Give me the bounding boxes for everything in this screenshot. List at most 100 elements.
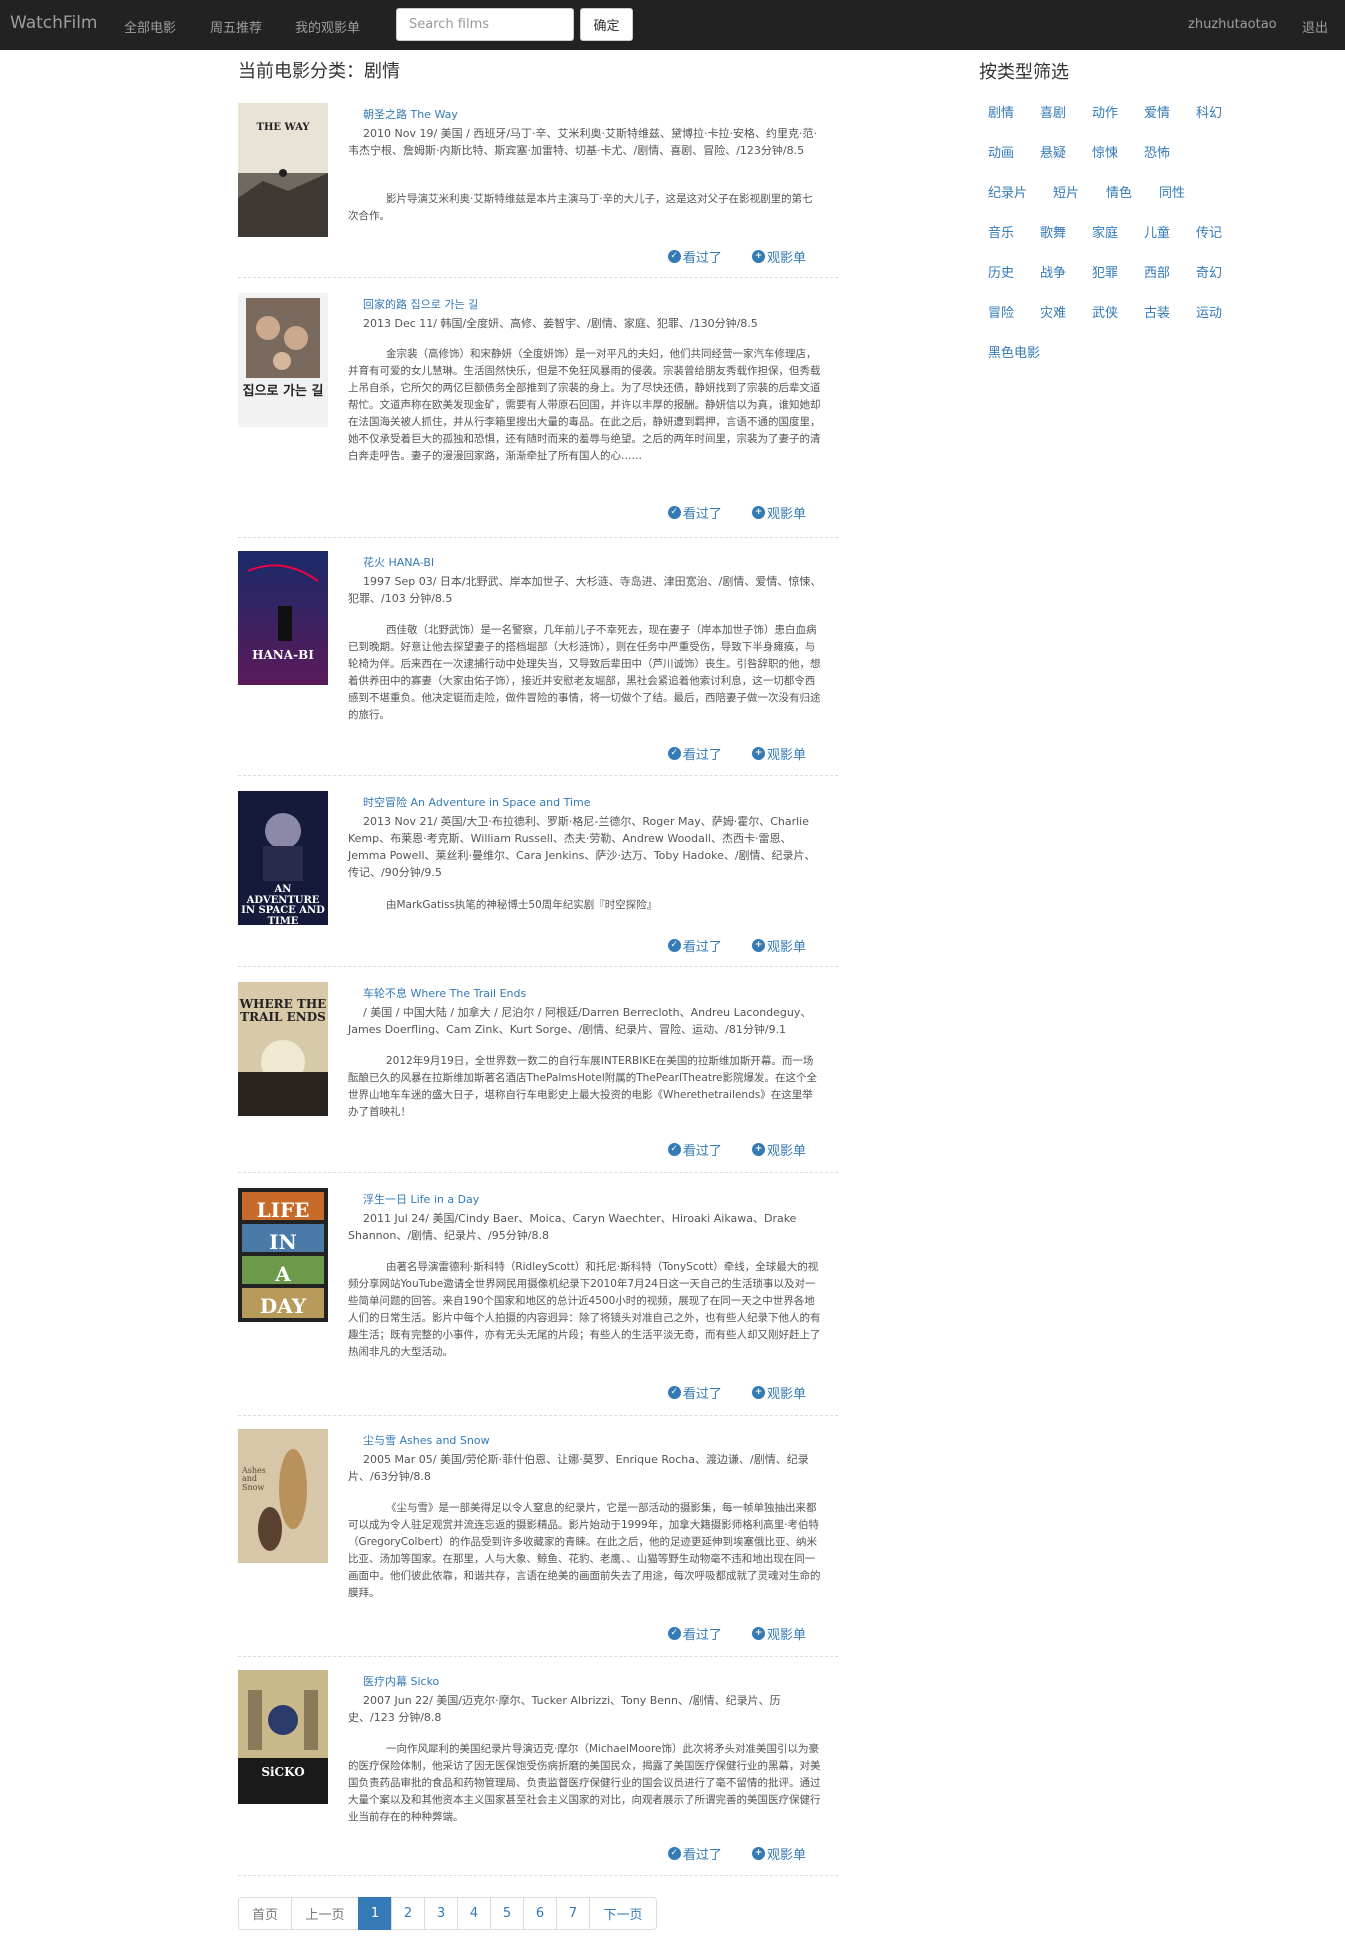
nav-all-films[interactable]: 全部电影 (124, 17, 176, 36)
movie-title-link[interactable]: 浮生一日 Life in a Day (363, 1191, 479, 1207)
category-western[interactable]: 西部 (1144, 262, 1170, 281)
category-mystery[interactable]: 悬疑 (1040, 142, 1066, 161)
category-erotic[interactable]: 情色 (1106, 182, 1132, 201)
category-action[interactable]: 动作 (1092, 102, 1118, 121)
seen-button[interactable]: ✓ 看过了 (667, 1624, 722, 1643)
brand-logo[interactable]: WatchFilm (10, 13, 97, 33)
movie-poster[interactable]: LIFE IN A DAY (238, 1188, 328, 1322)
movie-poster[interactable]: WHERE THE TRAIL ENDS (238, 982, 328, 1116)
movie-title-link[interactable]: 花火 HANA-BI (363, 554, 434, 570)
movie-poster[interactable]: THE WAY (238, 103, 328, 237)
add-watchlist-button[interactable]: + 观影单 (751, 1383, 806, 1402)
movie-poster[interactable]: AN ADVENTURE IN SPACE AND TIME (238, 791, 328, 925)
category-costume[interactable]: 古装 (1144, 302, 1170, 321)
add-watchlist-button[interactable]: + 观影单 (751, 247, 806, 266)
add-watchlist-button[interactable]: + 观影单 (751, 1140, 806, 1159)
search-input[interactable] (396, 8, 574, 41)
movie-title-link[interactable]: 车轮不息 Where The Trail Ends (363, 985, 526, 1001)
plus-circle-icon: + (751, 1143, 765, 1156)
nav-my-watchlist[interactable]: 我的观影单 (295, 17, 360, 36)
seen-button[interactable]: ✓ 看过了 (667, 503, 722, 522)
nav-friday-picks[interactable]: 周五推荐 (210, 17, 262, 36)
watchlist-label: 观影单 (766, 251, 806, 266)
movie-title-link[interactable]: 医疗内幕 Sicko (363, 1673, 439, 1689)
category-scifi[interactable]: 科幻 (1196, 102, 1222, 121)
movie-description: 金宗裴（高修饰）和宋静妍（全度妍饰）是一对平凡的夫妇，他们共同经营一家汽车修理店… (348, 348, 821, 462)
poster-title-text: Ashes and Snow (242, 1466, 266, 1491)
movie-title-link[interactable]: 时空冒险 An Adventure in Space and Time (363, 794, 591, 810)
movie-item: LIFE IN A DAY 浮生一日 Life in a Day 2011 Ju… (238, 1188, 838, 1416)
category-musical[interactable]: 歌舞 (1040, 222, 1066, 241)
poster-title-text: SiCKO (261, 1765, 305, 1779)
category-war[interactable]: 战争 (1040, 262, 1066, 281)
username-link[interactable]: zhuzhutaotao (1188, 17, 1277, 32)
page-4[interactable]: 4 (457, 1897, 491, 1930)
seen-button[interactable]: ✓ 看过了 (667, 247, 722, 266)
seen-button[interactable]: ✓ 看过了 (667, 1844, 722, 1863)
seen-button[interactable]: ✓ 看过了 (667, 744, 722, 763)
movie-item: SiCKO 医疗内幕 Sicko 2007 Jun 22/ 美国/迈克尔·摩尔、… (238, 1670, 838, 1876)
add-watchlist-button[interactable]: + 观影单 (751, 1624, 806, 1643)
poster-title-text: 집으로 가는 길 (242, 384, 324, 399)
category-fantasy[interactable]: 奇幻 (1196, 262, 1222, 281)
movie-title-link[interactable]: 回家的路 집으로 가는 길 (363, 296, 478, 312)
seen-button[interactable]: ✓ 看过了 (667, 936, 722, 955)
category-thriller[interactable]: 惊悚 (1092, 142, 1118, 161)
add-watchlist-button[interactable]: + 观影单 (751, 936, 806, 955)
add-watchlist-button[interactable]: + 观影单 (751, 1844, 806, 1863)
seen-button[interactable]: ✓ 看过了 (667, 1383, 722, 1402)
page-prev[interactable]: 上一页 (291, 1897, 359, 1930)
movie-actions: ✓ 看过了 + 观影单 (642, 247, 806, 266)
category-film-noir[interactable]: 黑色电影 (988, 342, 1040, 361)
category-crime[interactable]: 犯罪 (1092, 262, 1118, 281)
category-drama[interactable]: 剧情 (988, 102, 1014, 121)
seen-label: 看过了 (682, 1848, 722, 1863)
category-disaster[interactable]: 灾难 (1040, 302, 1066, 321)
check-circle-icon: ✓ (667, 1627, 681, 1640)
seen-button[interactable]: ✓ 看过了 (667, 1140, 722, 1159)
movie-poster[interactable]: HANA-BI (238, 551, 328, 685)
movie-poster[interactable]: Ashes and Snow (238, 1429, 328, 1563)
category-history[interactable]: 历史 (988, 262, 1014, 281)
category-short[interactable]: 短片 (1053, 182, 1079, 201)
movie-title-link[interactable]: 朝圣之路 The Way (363, 106, 458, 122)
category-sports[interactable]: 运动 (1196, 302, 1222, 321)
category-biography[interactable]: 传记 (1196, 222, 1222, 241)
movie-poster[interactable]: SiCKO (238, 1670, 328, 1804)
category-horror[interactable]: 恐怖 (1144, 142, 1170, 161)
page-1[interactable]: 1 (358, 1897, 392, 1930)
page-first[interactable]: 首页 (238, 1897, 292, 1930)
category-children[interactable]: 儿童 (1144, 222, 1170, 241)
page-3[interactable]: 3 (424, 1897, 458, 1930)
seen-label: 看过了 (682, 940, 722, 955)
poster-title-text: THE WAY (256, 122, 310, 133)
movie-title-link[interactable]: 尘与雪 Ashes and Snow (363, 1432, 490, 1448)
page-5[interactable]: 5 (490, 1897, 524, 1930)
category-documentary[interactable]: 纪录片 (988, 182, 1027, 201)
movie-poster[interactable]: 집으로 가는 길 (238, 293, 328, 427)
category-wuxia[interactable]: 武侠 (1092, 302, 1118, 321)
category-family[interactable]: 家庭 (1092, 222, 1118, 241)
movie-item: HANA-BI 花火 HANA-BI 1997 Sep 03/ 日本/北野武、岸… (238, 551, 838, 776)
logout-link[interactable]: 退出 (1302, 17, 1328, 36)
poster-word: LIFE (256, 1198, 310, 1222)
watchlist-label: 观影单 (766, 748, 806, 763)
page-2[interactable]: 2 (391, 1897, 425, 1930)
navbar: WatchFilm 全部电影 周五推荐 我的观影单 确定 zhuzhutaota… (0, 0, 1345, 50)
poster-title-text: LIFE IN A DAY (238, 1194, 328, 1322)
category-comedy[interactable]: 喜剧 (1040, 102, 1066, 121)
page-next[interactable]: 下一页 (589, 1897, 657, 1930)
category-animation[interactable]: 动画 (988, 142, 1014, 161)
add-watchlist-button[interactable]: + 观影单 (751, 503, 806, 522)
plus-circle-icon: + (751, 1847, 765, 1860)
page-7[interactable]: 7 (556, 1897, 590, 1930)
category-lgbt[interactable]: 同性 (1159, 182, 1185, 201)
movie-meta: 2013 Nov 21/ 英国/大卫·布拉德利、罗斯·格尼-兰德尔、Roger … (348, 815, 816, 879)
movie-meta: 2013 Dec 11/ 韩国/全度妍、高修、姜智宇、/剧情、家庭、犯罪、/13… (363, 317, 758, 330)
category-romance[interactable]: 爱情 (1144, 102, 1170, 121)
page-6[interactable]: 6 (523, 1897, 557, 1930)
add-watchlist-button[interactable]: + 观影单 (751, 744, 806, 763)
category-adventure[interactable]: 冒险 (988, 302, 1014, 321)
search-submit-button[interactable]: 确定 (580, 8, 633, 41)
category-music[interactable]: 音乐 (988, 222, 1014, 241)
